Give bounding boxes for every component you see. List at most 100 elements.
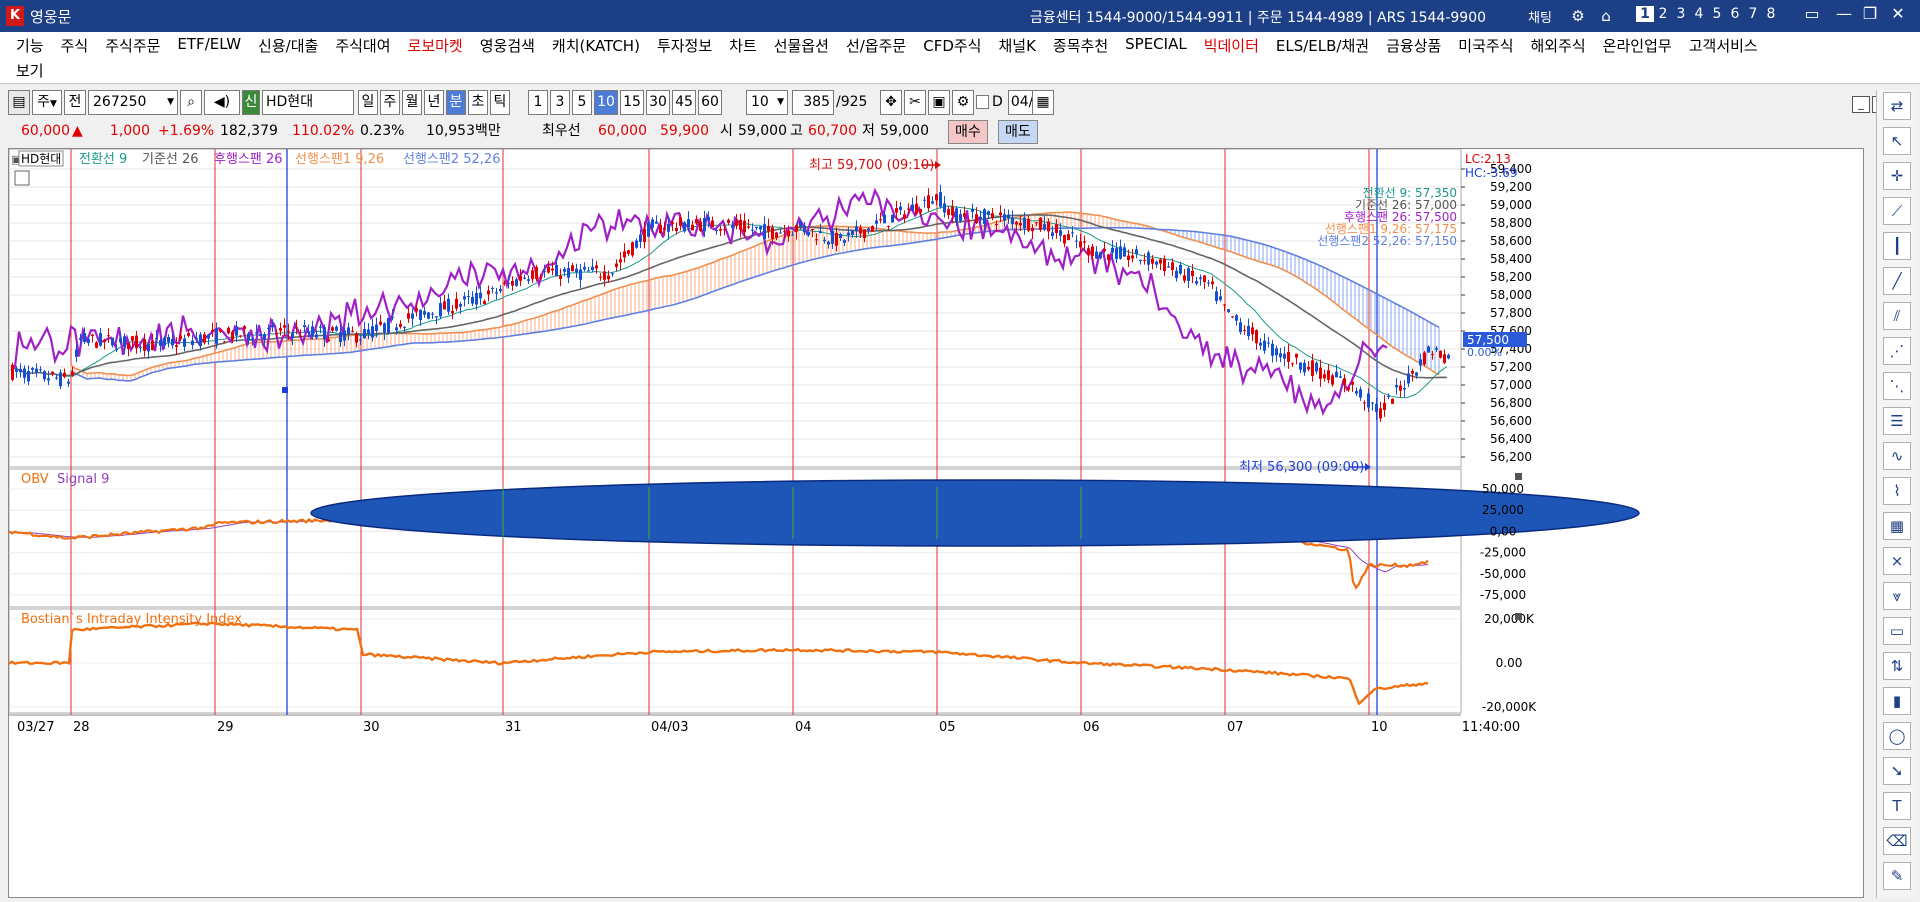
menu-item-row1-2[interactable]: 주식주문 bbox=[105, 35, 160, 56]
menu-item-row1-4[interactable]: 신용/대출 bbox=[258, 35, 318, 56]
interval-button-6[interactable]: 45 bbox=[672, 90, 696, 115]
flip-icon[interactable]: ⇅ bbox=[1883, 652, 1911, 680]
sell-button[interactable]: 매도 bbox=[998, 120, 1038, 144]
save-icon[interactable]: ▣ bbox=[928, 90, 950, 115]
type-select[interactable]: 주▼ bbox=[32, 90, 62, 115]
menu-item-row1-13[interactable]: CFD주식 bbox=[923, 35, 981, 56]
interval-button-0[interactable]: 1 bbox=[528, 90, 548, 115]
gann-icon[interactable]: ⨯ bbox=[1883, 547, 1911, 575]
period-button-3[interactable]: 년 bbox=[424, 90, 444, 115]
screen-tab-8[interactable]: 8 bbox=[1762, 6, 1780, 22]
candle-body bbox=[1327, 370, 1330, 380]
circle-icon[interactable]: ◯ bbox=[1883, 722, 1911, 750]
interval-select[interactable]: 10 ▼ bbox=[746, 90, 788, 115]
cycle-icon[interactable]: ⌇ bbox=[1883, 477, 1911, 505]
minimize-window-icon[interactable]: — bbox=[1830, 4, 1858, 26]
period-button-1[interactable]: 주 bbox=[380, 90, 400, 115]
fan-icon[interactable]: ⋰ bbox=[1883, 337, 1911, 365]
interval-button-5[interactable]: 30 bbox=[646, 90, 670, 115]
close-window-icon[interactable]: ✕ bbox=[1884, 4, 1912, 26]
menu-item-row1-20[interactable]: 미국주식 bbox=[1458, 35, 1513, 56]
screen-tab-6[interactable]: 6 bbox=[1726, 6, 1744, 22]
calendar-icon[interactable]: ▦ bbox=[1032, 90, 1054, 115]
screen-tab-1[interactable]: 1 bbox=[1636, 6, 1654, 22]
interval-button-4[interactable]: 15 bbox=[620, 90, 644, 115]
period-button-4[interactable]: 분 bbox=[446, 90, 466, 115]
crosshair-tool-icon[interactable]: ✥ bbox=[880, 90, 902, 115]
crosshair-icon[interactable]: ✛ bbox=[1883, 162, 1911, 190]
interval-button-7[interactable]: 60 bbox=[698, 90, 722, 115]
candle-body bbox=[495, 292, 498, 294]
menu-item-row1-8[interactable]: 캐치(KATCH) bbox=[552, 35, 640, 56]
period-button-0[interactable]: 일 bbox=[358, 90, 378, 115]
eraser-icon[interactable]: ⌫ bbox=[1883, 827, 1911, 855]
fib-icon[interactable]: ☰ bbox=[1883, 407, 1911, 435]
screen-tab-2[interactable]: 2 bbox=[1654, 6, 1672, 22]
stock-code-input[interactable]: 267250 ▼ bbox=[88, 90, 178, 115]
chart-panel[interactable]: 59,400 59,200 59,000 58,800 58,600 58,400 58,2… bbox=[8, 148, 1864, 898]
buy-button[interactable]: 매수 bbox=[948, 120, 988, 144]
mdi-minimize-icon[interactable]: _ bbox=[1852, 96, 1870, 113]
menu-item-row1-19[interactable]: 금융상품 bbox=[1386, 35, 1441, 56]
menu-item-row1-12[interactable]: 선/옵주문 bbox=[846, 35, 906, 56]
menu-item-row1-7[interactable]: 영웅검색 bbox=[480, 35, 535, 56]
gear-icon[interactable]: ⚙ bbox=[952, 90, 974, 115]
period-button-6[interactable]: 틱 bbox=[490, 90, 510, 115]
maximize-window-icon[interactable]: ❐ bbox=[1856, 4, 1884, 26]
cursor-icon[interactable]: ↖ bbox=[1883, 127, 1911, 155]
menu-item-row1-21[interactable]: 해외주식 bbox=[1531, 35, 1586, 56]
sound-icon[interactable]: ◀) bbox=[204, 90, 240, 115]
menu-item-row1-1[interactable]: 주식 bbox=[61, 35, 89, 56]
settings-icon[interactable]: ⚙ bbox=[1568, 6, 1588, 26]
menu-item-row1-3[interactable]: ETF/ELW bbox=[177, 35, 241, 56]
scissors-icon[interactable]: ✂ bbox=[904, 90, 926, 115]
channel-icon[interactable]: ⫽ bbox=[1883, 302, 1911, 330]
menu-item-row2-0[interactable]: 보기 bbox=[16, 60, 44, 81]
rect-icon[interactable]: ▭ bbox=[1883, 617, 1911, 645]
trend-line-icon[interactable]: ⟋ bbox=[1883, 197, 1911, 225]
best-bid: 59,900 bbox=[660, 123, 709, 139]
screen-tab-5[interactable]: 5 bbox=[1708, 6, 1726, 22]
menu-item-row1-16[interactable]: SPECIAL bbox=[1125, 35, 1187, 56]
home-icon[interactable]: ⌂ bbox=[1596, 6, 1616, 26]
screen-tab-7[interactable]: 7 bbox=[1744, 6, 1762, 22]
chart-canvas[interactable]: 59,40059,20059,00058,80058,60058,40058,2… bbox=[8, 148, 1863, 897]
interval-button-3[interactable]: 10 bbox=[594, 90, 618, 115]
interval-button-1[interactable]: 3 bbox=[550, 90, 570, 115]
menu-item-row1-14[interactable]: 채널K bbox=[998, 35, 1035, 56]
menu-item-row1-22[interactable]: 온라인업무 bbox=[1603, 35, 1672, 56]
speed-line-icon[interactable]: ⋱ bbox=[1883, 372, 1911, 400]
pattern-icon[interactable]: ⩔ bbox=[1883, 582, 1911, 610]
menu-item-row1-0[interactable]: 기능 bbox=[16, 35, 44, 56]
screen-tab-3[interactable]: 3 bbox=[1672, 6, 1690, 22]
menu-item-row1-23[interactable]: 고객서비스 bbox=[1689, 35, 1758, 56]
interval-button-2[interactable]: 5 bbox=[572, 90, 592, 115]
prev-button[interactable]: 전 bbox=[64, 90, 86, 115]
bar-count-input[interactable]: 385 bbox=[792, 90, 834, 115]
menu-item-row1-11[interactable]: 선물옵션 bbox=[774, 35, 829, 56]
menu-item-row1-10[interactable]: 차트 bbox=[729, 35, 757, 56]
sync-icon[interactable]: ⇄ bbox=[1883, 92, 1911, 120]
date-checkbox[interactable] bbox=[976, 95, 989, 109]
menu-item-row1-15[interactable]: 종목추천 bbox=[1053, 35, 1108, 56]
delete-all-icon[interactable]: ✎ bbox=[1883, 862, 1911, 890]
menu-item-row1-17[interactable]: 빅데이터 bbox=[1204, 35, 1259, 56]
grid-tool-icon[interactable]: ▦ bbox=[1883, 512, 1911, 540]
restore-screen-icon[interactable]: ▭ bbox=[1798, 4, 1826, 26]
line-tool-icon[interactable]: ╱ bbox=[1883, 267, 1911, 295]
search-icon[interactable]: ⌕ bbox=[180, 90, 202, 115]
period-button-2[interactable]: 월 bbox=[402, 90, 422, 115]
wave-icon[interactable]: ∿ bbox=[1883, 442, 1911, 470]
vertical-line-icon[interactable]: ┃ bbox=[1883, 232, 1911, 260]
chart-window-icon[interactable]: ▤ bbox=[8, 90, 30, 115]
menu-item-row1-9[interactable]: 투자정보 bbox=[657, 35, 712, 56]
chat-label[interactable]: 채팅 bbox=[1528, 7, 1552, 26]
menu-item-row1-5[interactable]: 주식대여 bbox=[335, 35, 390, 56]
period-button-5[interactable]: 초 bbox=[468, 90, 488, 115]
menu-item-row1-18[interactable]: ELS/ELB/채권 bbox=[1276, 35, 1369, 56]
arrow-tool-icon[interactable]: ➘ bbox=[1883, 757, 1911, 785]
text-tool-icon[interactable]: T bbox=[1883, 792, 1911, 820]
candle-tool-icon[interactable]: ▮ bbox=[1883, 687, 1911, 715]
menu-item-row1-6[interactable]: 로보마켓 bbox=[408, 35, 463, 56]
screen-tab-4[interactable]: 4 bbox=[1690, 6, 1708, 22]
